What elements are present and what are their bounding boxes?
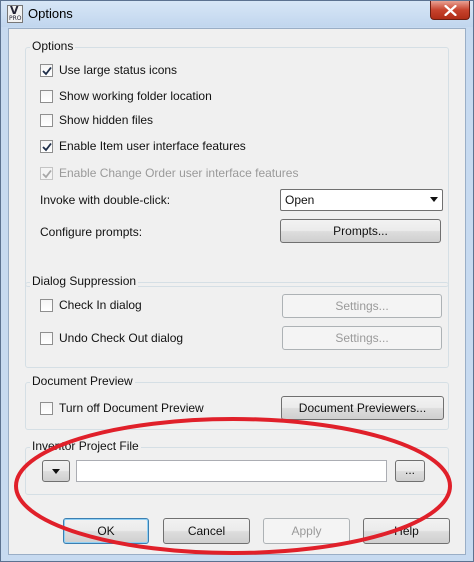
cancel-button[interactable]: Cancel [163, 518, 250, 544]
turn-off-preview-label[interactable]: Turn off Document Preview [59, 401, 204, 415]
project-file-input[interactable] [76, 460, 387, 482]
prompts-button[interactable]: Prompts... [280, 219, 441, 243]
check-in-dialog-label[interactable]: Check In dialog [59, 298, 142, 312]
title-bar[interactable]: V PRO Options [1, 1, 473, 27]
vault-pro-icon[interactable]: V PRO [7, 4, 23, 23]
close-button[interactable] [430, 1, 470, 20]
check-in-settings-button: Settings... [282, 294, 442, 318]
browse-button[interactable]: ... [395, 460, 425, 482]
checkmark-icon [42, 142, 52, 152]
show-working-folder-label[interactable]: Show working folder location [59, 89, 212, 103]
cancel-button-label: Cancel [187, 524, 226, 538]
options-window: V PRO Options Options Use large status ic… [0, 0, 474, 562]
enable-item-ui-checkbox[interactable] [40, 140, 53, 153]
document-preview-title: Document Preview [30, 374, 135, 388]
options-group-title: Options [30, 39, 76, 53]
show-hidden-files-checkbox[interactable] [40, 114, 53, 127]
dialog-suppression-title: Dialog Suppression [30, 274, 139, 288]
invoke-double-click-select[interactable]: Open [280, 189, 443, 211]
show-working-folder-checkbox[interactable] [40, 90, 53, 103]
dropdown-arrow-icon [430, 197, 438, 202]
close-icon [444, 5, 457, 16]
undo-check-out-label[interactable]: Undo Check Out dialog [59, 331, 183, 345]
undo-check-out-checkbox[interactable] [40, 332, 53, 345]
ok-button-label: OK [97, 524, 115, 538]
undo-check-out-settings-label: Settings... [335, 331, 389, 345]
enable-change-order-ui-checkbox [40, 167, 53, 180]
help-button[interactable]: Help [363, 518, 450, 544]
document-previewers-button[interactable]: Document Previewers... [281, 396, 444, 420]
inventor-project-title: Inventor Project File [30, 439, 141, 453]
chevron-down-icon [52, 469, 60, 474]
show-hidden-files-label[interactable]: Show hidden files [59, 113, 153, 127]
help-button-label: Help [394, 524, 419, 538]
project-dropdown-button[interactable] [42, 460, 70, 482]
prompts-button-label: Prompts... [333, 224, 388, 238]
use-large-status-icons-label[interactable]: Use large status icons [59, 63, 177, 77]
invoke-double-click-value: Open [285, 193, 315, 207]
enable-item-ui-label[interactable]: Enable Item user interface features [59, 139, 246, 153]
browse-button-label: ... [404, 463, 415, 477]
apply-button-label: Apply [291, 524, 322, 538]
configure-prompts-label: Configure prompts: [40, 225, 143, 239]
check-in-dialog-checkbox[interactable] [40, 299, 53, 312]
check-in-settings-label: Settings... [335, 299, 389, 313]
checkmark-icon [42, 66, 52, 76]
invoke-double-click-label: Invoke with double-click: [40, 193, 171, 207]
apply-button: Apply [263, 518, 350, 544]
undo-check-out-settings-button: Settings... [282, 326, 442, 350]
use-large-status-icons-checkbox[interactable] [40, 64, 53, 77]
enable-change-order-ui-label: Enable Change Order user interface featu… [59, 166, 299, 180]
checkmark-icon [42, 169, 52, 179]
window-title: Options [28, 6, 73, 21]
ok-button[interactable]: OK [63, 518, 149, 544]
document-previewers-label: Document Previewers... [298, 401, 427, 415]
turn-off-preview-checkbox[interactable] [40, 402, 53, 415]
dialog-body: Options Use large status icons Show work… [8, 28, 466, 555]
